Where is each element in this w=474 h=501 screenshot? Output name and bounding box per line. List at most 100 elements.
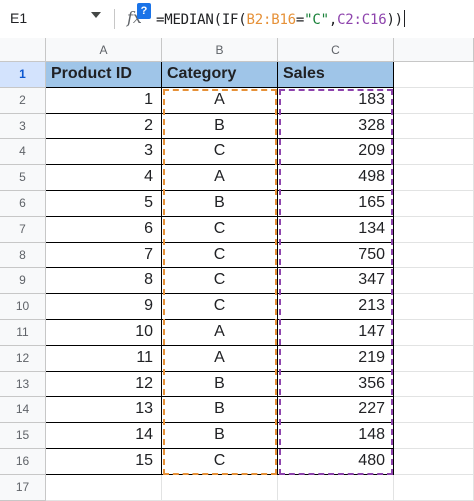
row-header-11[interactable]: 11 [0,320,46,346]
row-header-10[interactable]: 10 [0,294,46,320]
table-cell[interactable]: 13 [46,397,162,424]
empty-cell[interactable] [394,216,474,243]
empty-cell[interactable] [394,397,474,424]
row-header-17[interactable]: 17 [0,474,46,501]
table-cell[interactable]: 3 [46,139,162,166]
empty-cell[interactable] [394,87,474,114]
column-header-blank[interactable] [394,38,474,62]
table-cell[interactable]: 134 [278,216,394,243]
divider [114,9,115,29]
empty-cell[interactable] [394,191,474,217]
empty-cell[interactable] [394,423,474,449]
table-cell[interactable]: C [162,449,278,475]
row-header-14[interactable]: 14 [0,397,46,424]
table-cell[interactable]: 219 [278,345,394,372]
table-cell[interactable]: C [162,268,278,295]
table-cell[interactable]: 7 [46,242,162,269]
empty-cell[interactable] [46,474,162,501]
table-cell[interactable]: 183 [278,87,394,114]
row-header-7[interactable]: 7 [0,216,46,243]
formula-input[interactable]: =MEDIAN(IF(B2:B16="C",C2:C16)) [156,10,405,28]
table-cell[interactable]: 209 [278,139,394,166]
table-cell[interactable]: B [162,191,278,217]
row-header-12[interactable]: 12 [0,345,46,372]
row-header-9[interactable]: 9 [0,268,46,295]
table-cell[interactable]: 165 [278,191,394,217]
empty-cell[interactable] [394,371,474,398]
table-cell[interactable]: B [162,397,278,424]
row-header-3[interactable]: 3 [0,113,46,140]
table-cell[interactable]: 213 [278,294,394,320]
table-cell[interactable]: 1 [46,87,162,114]
table-cell[interactable]: 5 [46,191,162,217]
table-cell[interactable]: 11 [46,345,162,372]
chevron-down-icon[interactable] [91,12,101,18]
table-cell[interactable]: B [162,371,278,398]
row-header-6[interactable]: 6 [0,191,46,217]
empty-cell[interactable] [394,62,474,88]
row-header-4[interactable]: 4 [0,139,46,166]
row-header-5[interactable]: 5 [0,165,46,191]
table-cell[interactable]: 8 [46,268,162,295]
table-cell[interactable]: 15 [46,449,162,475]
row-header-8[interactable]: 8 [0,242,46,269]
table-cell[interactable]: 6 [46,216,162,243]
name-box[interactable]: E1 [0,0,110,38]
empty-cell[interactable] [394,320,474,346]
empty-cell[interactable] [394,449,474,475]
text-cursor [403,10,405,27]
empty-cell[interactable] [394,139,474,166]
table-cell[interactable]: 4 [46,165,162,191]
table-cell[interactable]: A [162,87,278,114]
table-cell[interactable]: 356 [278,371,394,398]
table-cell[interactable]: 14 [46,423,162,449]
table-cell[interactable]: B [162,113,278,140]
formula-token: , [328,12,338,28]
empty-cell[interactable] [394,474,474,501]
table-cell[interactable]: 347 [278,268,394,295]
empty-cell[interactable] [394,113,474,140]
empty-cell[interactable] [394,165,474,191]
empty-cell[interactable] [394,268,474,295]
header-cell[interactable]: Category [162,62,278,88]
empty-cell[interactable] [394,345,474,372]
table-cell[interactable]: B [162,423,278,449]
table-cell[interactable]: 12 [46,371,162,398]
formula-token: "C" [304,12,329,28]
header-cell[interactable]: Product ID [46,62,162,88]
help-icon[interactable]: ? [137,3,151,19]
table-cell[interactable]: 498 [278,165,394,191]
table-cell[interactable]: C [162,242,278,269]
column-header-c[interactable]: C [278,38,394,62]
table-cell[interactable]: 2 [46,113,162,140]
table-cell[interactable]: A [162,320,278,346]
empty-cell[interactable] [278,474,394,501]
header-cell[interactable]: Sales [278,62,394,88]
table-cell[interactable]: 227 [278,397,394,424]
table-cell[interactable]: C [162,139,278,166]
row-header-16[interactable]: 16 [0,449,46,475]
row-header-15[interactable]: 15 [0,423,46,449]
formula-bar: E1 fx ? =MEDIAN(IF(B2:B16="C",C2:C16)) [0,0,474,39]
table-cell[interactable]: 148 [278,423,394,449]
select-all-corner[interactable] [0,38,46,62]
table-cell[interactable]: 10 [46,320,162,346]
table-cell[interactable]: 9 [46,294,162,320]
table-cell[interactable]: C [162,294,278,320]
row-header-1[interactable]: 1 [0,62,46,88]
table-cell[interactable]: C [162,216,278,243]
table-cell[interactable]: 750 [278,242,394,269]
empty-cell[interactable] [162,474,278,501]
column-header-b[interactable]: B [162,38,278,62]
table-cell[interactable]: 147 [278,320,394,346]
table-cell[interactable]: 480 [278,449,394,475]
row-header-13[interactable]: 13 [0,371,46,398]
empty-cell[interactable] [394,294,474,320]
table-cell[interactable]: A [162,165,278,191]
empty-cell[interactable] [394,242,474,269]
formula-token: =MEDIAN(IF( [156,12,247,28]
table-cell[interactable]: 328 [278,113,394,140]
row-header-2[interactable]: 2 [0,87,46,114]
table-cell[interactable]: A [162,345,278,372]
column-header-a[interactable]: A [46,38,162,62]
